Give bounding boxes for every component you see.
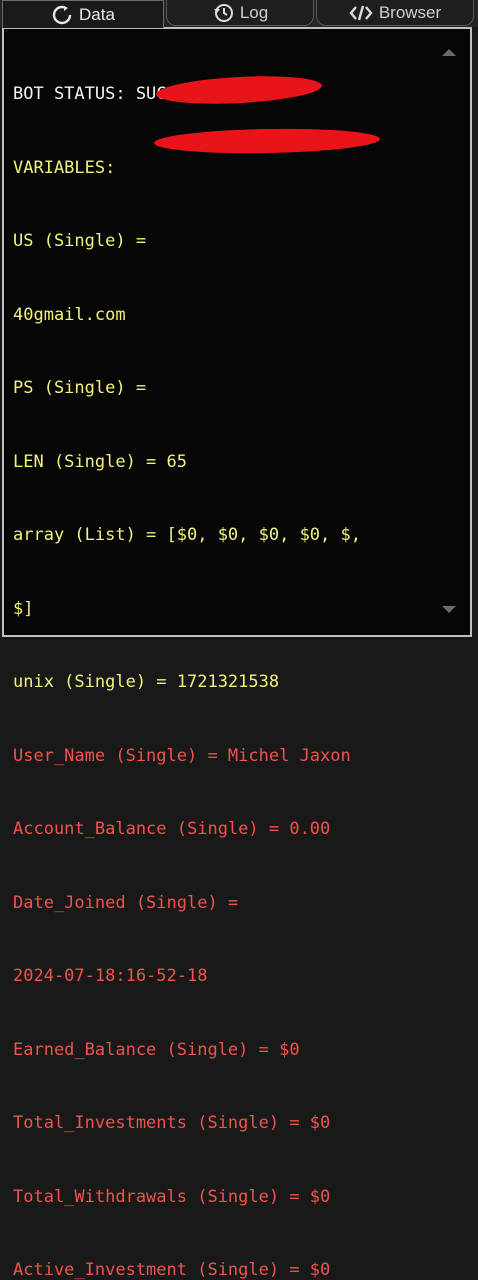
var-us: US (Single) = xyxy=(13,229,438,254)
var-ps: PS (Single) = xyxy=(13,376,438,401)
var-total-withdrawals: Total_Withdrawals (Single) = $0 xyxy=(13,1186,331,1207)
data-panel: BOT STATUS: SUCCESS VARIABLES: US (Singl… xyxy=(2,27,472,1280)
refresh-icon xyxy=(51,4,73,26)
var-array: array (List) = [$0, $0, $0, $0, $, xyxy=(13,525,361,545)
tab-bar: Data Log Browser xyxy=(0,0,478,28)
var-earned-balance: Earned_Balance (Single) = $0 xyxy=(13,1039,300,1060)
scroll-up-arrow[interactable] xyxy=(442,49,456,56)
var-ps-label: PS (Single) = xyxy=(13,378,147,398)
var-unix: unix (Single) = 1721321538 xyxy=(13,672,280,692)
tab-data-label: Data xyxy=(79,4,115,24)
var-date-joined-value: 2024-07-18:16-52-18 xyxy=(13,966,208,986)
scroll-down-arrow[interactable] xyxy=(442,606,456,613)
var-user-name: User_Name (Single) = Michel Jaxon xyxy=(13,745,351,766)
var-us-label: US (Single) = xyxy=(13,231,147,251)
var-date-joined: Date_Joined (Single) = xyxy=(13,892,239,913)
var-us-tail: 40gmail.com xyxy=(13,304,126,325)
code-icon xyxy=(349,3,373,23)
tab-log[interactable]: Log xyxy=(166,0,314,26)
var-array-cont: $] xyxy=(13,598,34,619)
var-len: LEN (Single) = 65 xyxy=(13,451,187,472)
tab-log-label: Log xyxy=(239,2,269,22)
variables-header: VARIABLES: xyxy=(13,157,116,178)
tab-data[interactable]: Data xyxy=(2,0,164,28)
var-total-investments: Total_Investments (Single) = $0 xyxy=(13,1113,331,1133)
output-console: BOT STATUS: SUCCESS VARIABLES: US (Singl… xyxy=(13,33,438,1280)
tab-browser-label: Browser xyxy=(378,2,442,22)
var-account-balance: Account_Balance (Single) = 0.00 xyxy=(13,819,331,839)
var-active-investment: Active_Investment (Single) = $0 xyxy=(13,1260,331,1280)
tab-browser[interactable]: Browser xyxy=(316,0,474,26)
history-icon xyxy=(212,2,234,24)
